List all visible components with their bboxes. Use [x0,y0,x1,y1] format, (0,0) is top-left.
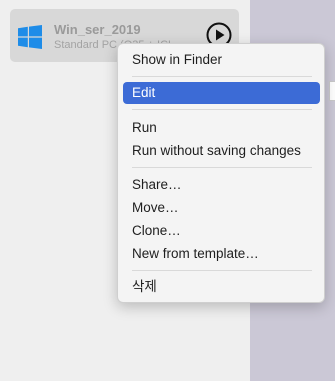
menu-item-run-without-saving[interactable]: Run without saving changes [123,140,320,162]
detail-pane-control [329,81,335,101]
menu-separator [132,270,312,271]
menu-item-show-in-finder[interactable]: Show in Finder [123,49,320,71]
menu-separator [132,167,312,168]
menu-item-new-from-template[interactable]: New from template… [123,243,320,265]
menu-item-clone[interactable]: Clone… [123,220,320,242]
vm-name: Win_ser_2019 [54,22,141,37]
windows-logo-icon [18,25,42,49]
menu-separator [132,76,312,77]
menu-item-run[interactable]: Run [123,117,320,139]
menu-item-move[interactable]: Move… [123,197,320,219]
menu-item-delete[interactable]: 삭제 [123,276,320,298]
menu-item-edit[interactable]: Edit [123,82,320,104]
context-menu: Show in Finder Edit Run Run without savi… [117,43,325,303]
menu-item-share[interactable]: Share… [123,174,320,196]
menu-separator [132,109,312,110]
